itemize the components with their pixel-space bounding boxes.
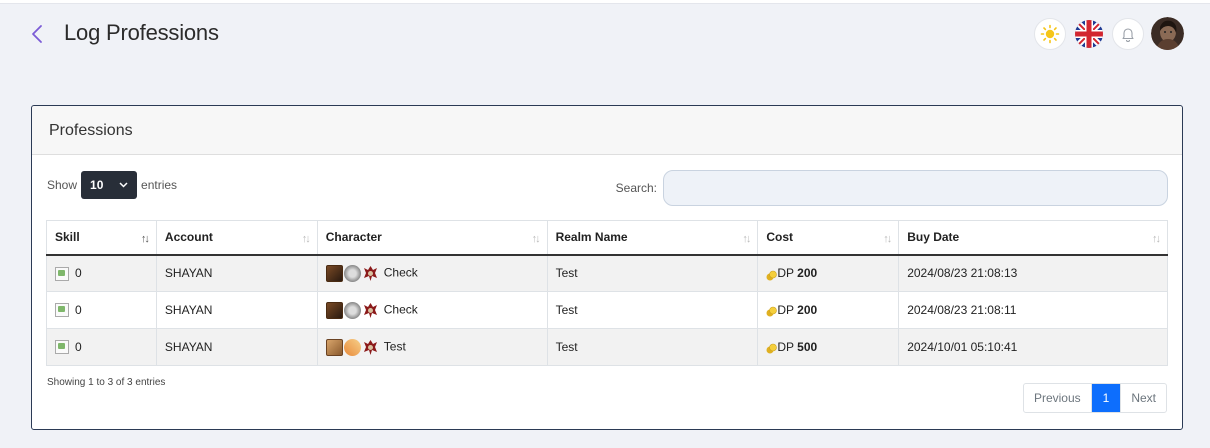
user-avatar[interactable] — [1151, 17, 1184, 50]
sun-icon — [1040, 24, 1060, 43]
bell-icon — [1122, 27, 1134, 42]
class-icon — [343, 338, 361, 356]
race-icon — [325, 301, 343, 319]
column-header-realm-name[interactable]: Realm Name ↑↓ — [546, 220, 759, 256]
cell-skill: 0 — [46, 328, 157, 366]
sort-icon: ↑↓ — [742, 233, 751, 245]
cell-account: SHAYAN — [155, 328, 318, 366]
uk-flag-icon — [1075, 19, 1103, 48]
card-title: Professions — [49, 122, 133, 139]
column-header-buy-date[interactable]: Buy Date ↑↓ — [898, 220, 1168, 256]
card-header: Professions — [32, 106, 1182, 155]
cell-character: Test — [316, 328, 548, 366]
coin-icon — [766, 270, 778, 281]
table-info: Showing 1 to 3 of 3 entries — [47, 377, 166, 388]
avatar-icon — [1151, 17, 1184, 50]
search-input[interactable] — [663, 170, 1168, 206]
entries-select-value: 10 — [90, 178, 104, 192]
table-row: 0 SHAYAN Check Test DP 200 2024/08/23 21… — [46, 291, 1168, 329]
header-actions — [1034, 17, 1184, 50]
language-button[interactable] — [1073, 18, 1105, 50]
sort-icon: ↑↓ — [883, 233, 892, 245]
skill-image-icon — [55, 303, 69, 318]
column-header-account[interactable]: Account ↑↓ — [155, 220, 318, 256]
cell-cost: DP 200 — [757, 291, 900, 329]
chevron-down-icon — [119, 182, 128, 188]
skill-image-icon — [55, 266, 69, 281]
show-label: Show — [47, 178, 78, 192]
cell-realm: Test — [546, 254, 759, 292]
cell-skill: 0 — [46, 291, 157, 329]
page-header: Log Professions — [0, 4, 1210, 64]
horde-faction-icon — [363, 302, 377, 318]
sort-icon: ↑↓ — [531, 233, 541, 245]
entries-length-control: Show 10 entries — [47, 171, 177, 199]
professions-card: Professions Show 10 entries Search: Skil… — [31, 105, 1183, 430]
cell-buy-date: 2024/10/01 05:10:41 — [898, 328, 1168, 366]
notifications-button[interactable] — [1112, 17, 1144, 50]
cell-realm: Test — [546, 291, 759, 329]
table-row: 0 SHAYAN Test Test DP 500 2024/10/01 05:… — [46, 328, 1168, 366]
theme-toggle-button[interactable] — [1034, 17, 1066, 50]
cell-buy-date: 2024/08/23 21:08:13 — [898, 254, 1168, 292]
cell-character: Check — [316, 291, 548, 329]
sort-icon: ↑↓ — [1152, 233, 1161, 245]
search-control: Search: — [616, 170, 1168, 206]
sort-asc-icon: ↑↓ — [140, 233, 150, 245]
cell-account: SHAYAN — [155, 291, 318, 329]
coin-icon — [766, 344, 778, 354]
pagination: Previous 1 Next — [1022, 383, 1167, 413]
table-row: 0 SHAYAN Check Test DP 200 2024/08/23 21… — [46, 254, 1168, 292]
entries-select[interactable]: 10 — [81, 171, 138, 199]
back-button[interactable] — [27, 22, 47, 46]
table-header-row: Skill ↑↓ Account ↑↓ Character ↑↓ Realm Name… — [46, 220, 1168, 256]
race-icon — [325, 264, 343, 282]
sort-icon: ↑↓ — [301, 233, 311, 245]
chevron-left-icon — [32, 25, 42, 43]
class-icon — [343, 301, 361, 319]
column-header-skill[interactable]: Skill ↑↓ — [46, 220, 157, 256]
cell-buy-date: 2024/08/23 21:08:11 — [898, 291, 1168, 329]
page-title: Log Professions — [64, 20, 219, 45]
pagination-previous-button[interactable]: Previous — [1024, 384, 1091, 412]
pagination-next-button[interactable]: Next — [1120, 384, 1166, 412]
entries-label: entries — [141, 178, 178, 192]
cell-character: Check — [316, 254, 548, 292]
pagination-page-1[interactable]: 1 — [1090, 384, 1121, 412]
horde-faction-icon — [363, 339, 377, 355]
class-icon — [343, 264, 361, 282]
cell-skill: 0 — [46, 254, 157, 292]
coin-icon — [766, 307, 778, 317]
cell-cost: DP 500 — [757, 328, 900, 366]
cell-cost: DP 200 — [757, 254, 900, 292]
search-label: Search: — [615, 181, 657, 195]
skill-image-icon — [55, 340, 69, 355]
race-icon — [325, 338, 343, 356]
column-header-cost[interactable]: Cost ↑↓ — [757, 220, 900, 256]
column-header-character[interactable]: Character ↑↓ — [316, 220, 548, 256]
cell-realm: Test — [546, 328, 759, 366]
horde-faction-icon — [363, 265, 377, 281]
cell-account: SHAYAN — [155, 254, 318, 292]
professions-table: Skill ↑↓ Account ↑↓ Character ↑↓ Realm Name… — [46, 220, 1168, 366]
